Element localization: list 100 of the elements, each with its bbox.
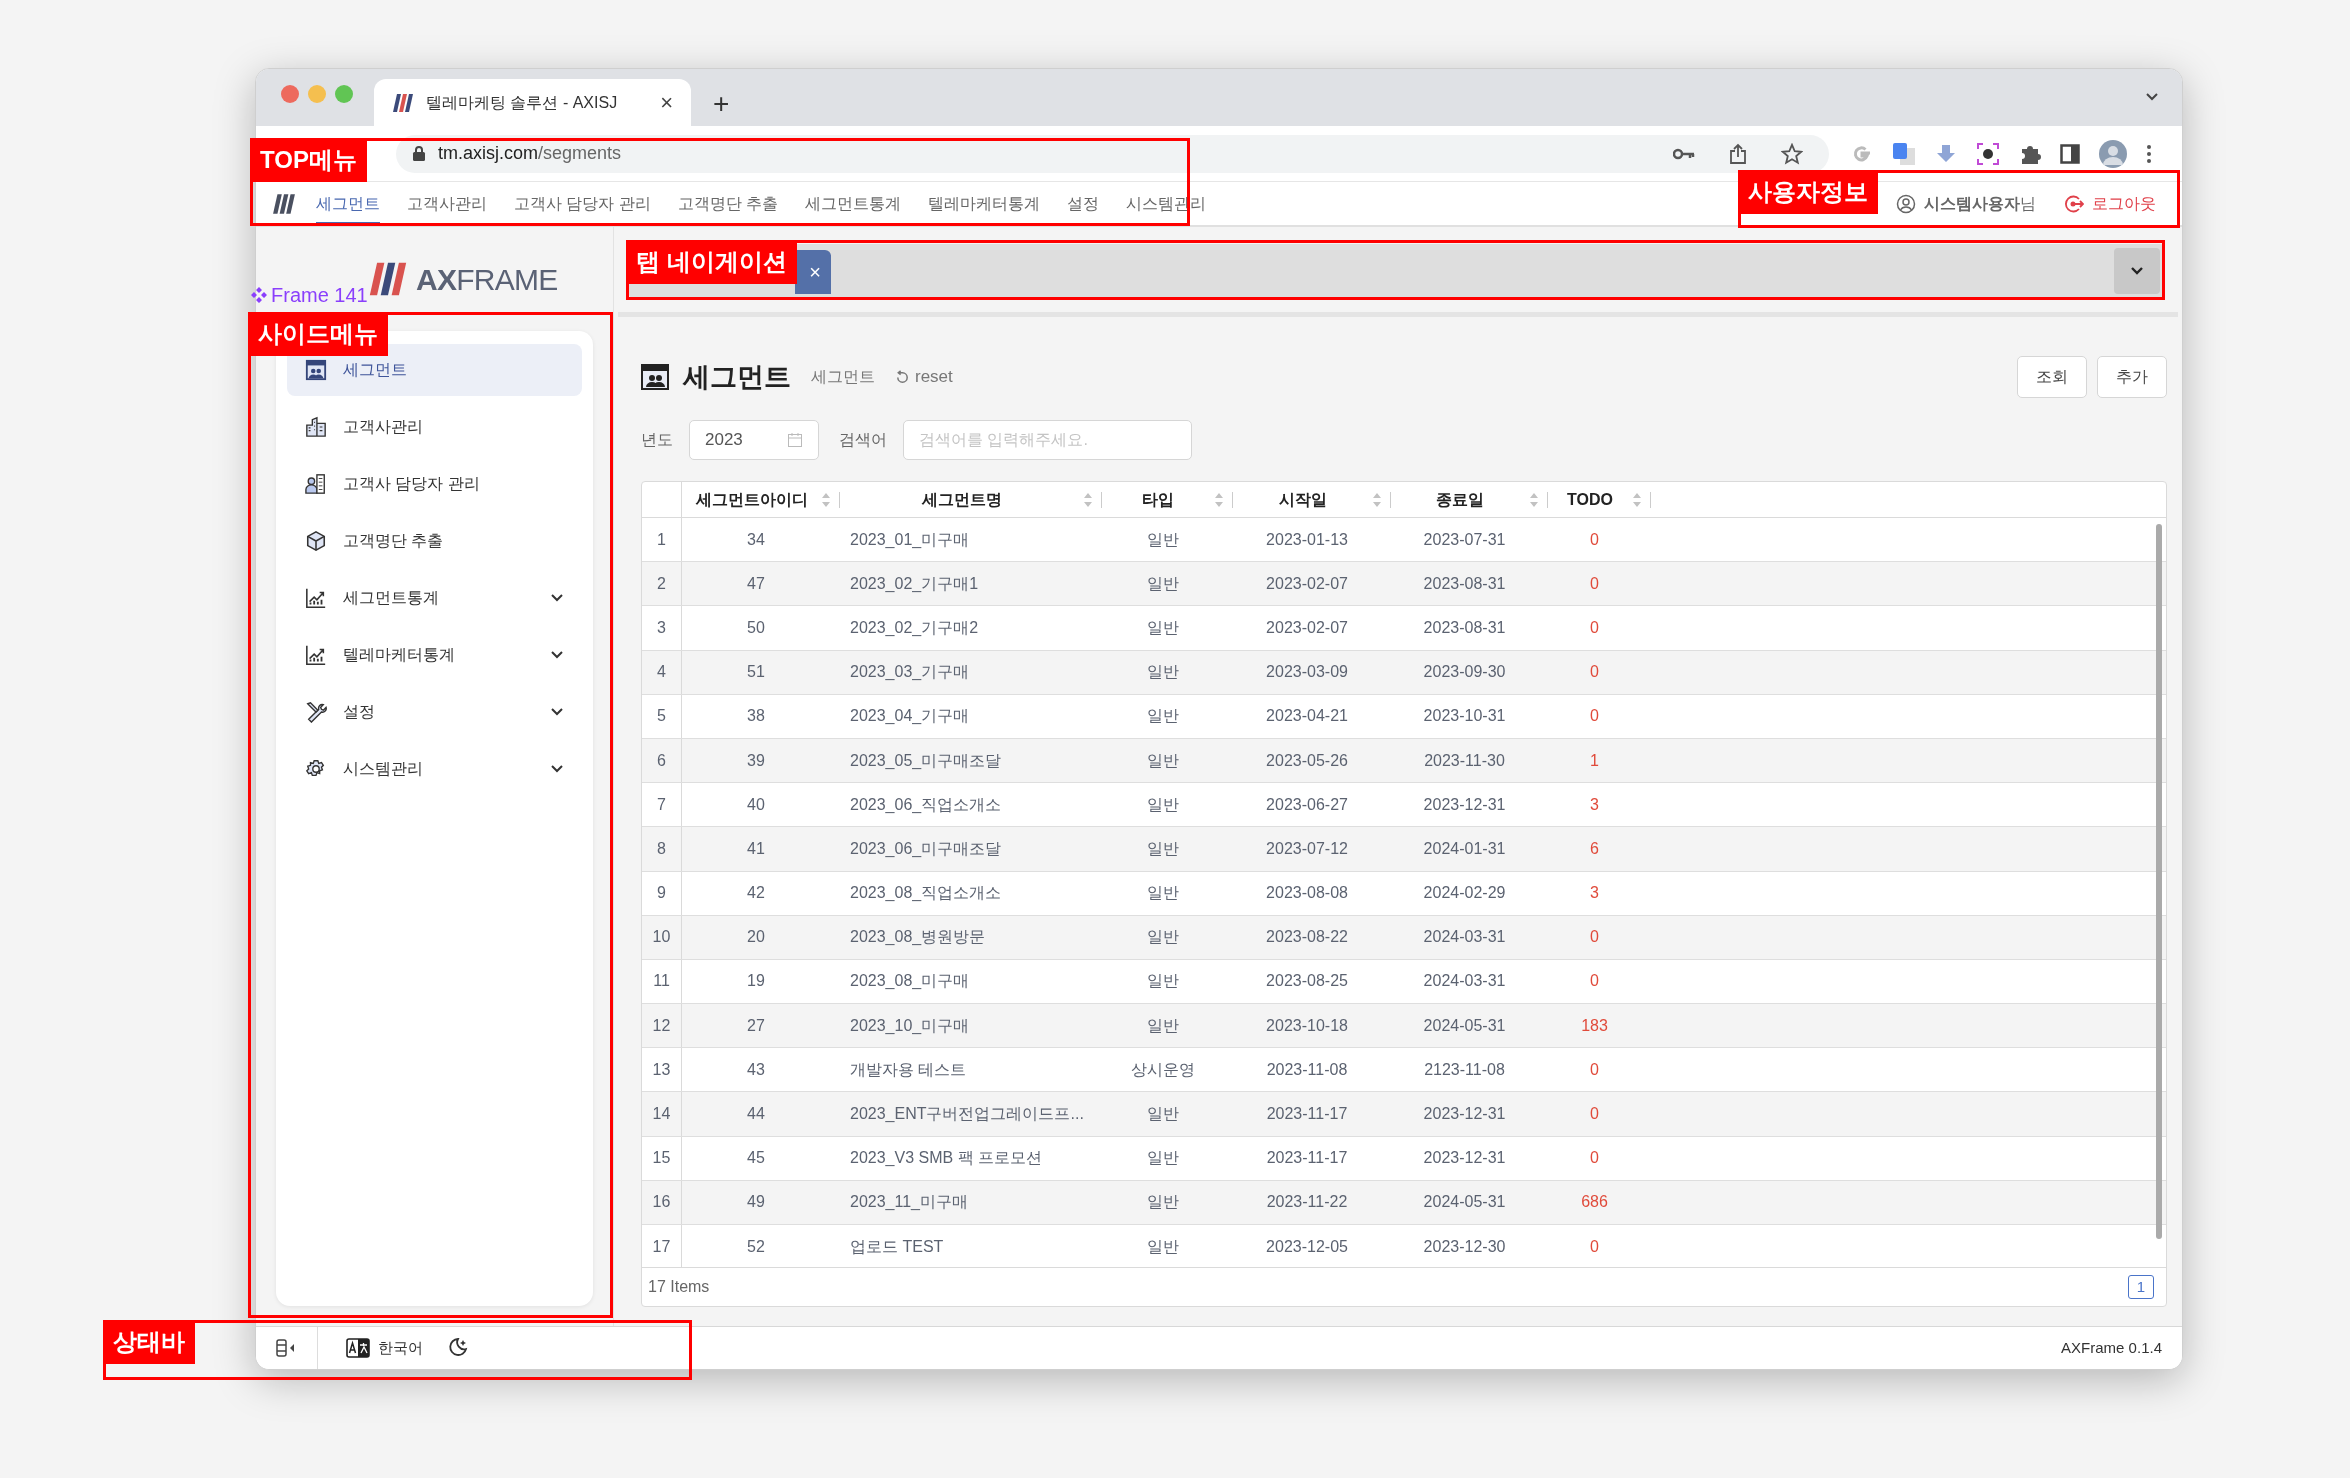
- column-header[interactable]: 세그먼트명: [840, 487, 1083, 512]
- top-menu-item[interactable]: 설정: [1067, 182, 1100, 225]
- table-cell-text: 2023-11-30: [1424, 750, 1505, 771]
- table-cell-text: 2024-01-31: [1423, 838, 1506, 859]
- logo-icon: [368, 260, 408, 298]
- logo-icon[interactable]: [272, 192, 296, 215]
- sort-icon[interactable]: [1372, 491, 1382, 508]
- table-cell-text: 일반: [1146, 1192, 1179, 1213]
- address-bar[interactable]: tm.axisj.com/segments: [396, 134, 1829, 173]
- sidebar-item[interactable]: 고객사 담당자 관리: [287, 458, 582, 510]
- table-cell-text: 0: [1590, 662, 1599, 683]
- table-cell-text: 44: [747, 1104, 765, 1125]
- share-icon[interactable]: [1729, 142, 1747, 165]
- language-icon[interactable]: [346, 1338, 370, 1358]
- table-cell-text: 2023-08-08: [1266, 883, 1348, 904]
- table-cell-text: 일반: [1146, 573, 1179, 594]
- close-window-button[interactable]: [281, 85, 299, 103]
- table-cell-text: 40: [747, 794, 765, 815]
- zoom-window-button[interactable]: [335, 85, 353, 103]
- table-cell-text: 6: [1590, 838, 1599, 859]
- search-field[interactable]: 검색어를 입력해주세요.: [903, 420, 1192, 460]
- tab-title: 텔레마케팅 솔루션 - AXISJ: [426, 92, 619, 113]
- table-cell-text: 2023_03_기구매: [850, 662, 970, 683]
- column-header[interactable]: 세그먼트아이디: [682, 487, 821, 512]
- sort-icon[interactable]: [1529, 491, 1539, 508]
- avatar-icon[interactable]: [2099, 139, 2127, 168]
- top-menu-item[interactable]: 텔레마케터통계: [928, 182, 1041, 225]
- sort-icon[interactable]: [1214, 491, 1224, 508]
- translate-icon[interactable]: [1892, 141, 1916, 166]
- key-icon[interactable]: [1673, 147, 1695, 160]
- table-cell-text: 2023-03-09: [1266, 662, 1348, 683]
- column-header[interactable]: 시작일: [1233, 487, 1372, 512]
- table-cell-text: 2023-08-31: [1423, 573, 1506, 594]
- top-menu-item[interactable]: 고객사관리: [407, 182, 487, 225]
- item-count: 17 Items: [648, 1277, 710, 1297]
- table-cell-text: 일반: [1146, 1148, 1179, 1169]
- row-number: 6: [657, 750, 666, 771]
- table-cell-text: 2024-05-31: [1423, 1192, 1506, 1213]
- column-header[interactable]: TODO: [1548, 487, 1632, 512]
- sidebar-item[interactable]: 시스템관리: [287, 743, 582, 795]
- top-menu-item[interactable]: 세그먼트통계: [805, 182, 902, 225]
- sort-icon[interactable]: [821, 491, 831, 508]
- segment-icon: [305, 359, 327, 381]
- table-cell-text: 2024-02-29: [1423, 883, 1506, 904]
- table-cell-text: 2023-09-30: [1423, 662, 1506, 683]
- sidebar-item[interactable]: 고객사관리: [287, 401, 582, 453]
- sidebar-item[interactable]: 설정: [287, 686, 582, 738]
- top-menu-item[interactable]: 고객사 담당자 관리: [514, 182, 651, 225]
- page-button[interactable]: 1: [2128, 1275, 2154, 1299]
- sidebar-icon[interactable]: [2060, 143, 2080, 164]
- action-button[interactable]: 조회: [2017, 356, 2087, 398]
- buildings-icon: [305, 416, 327, 438]
- table-cell-text: 38: [747, 706, 765, 727]
- chevron-down-icon[interactable]: [2144, 91, 2160, 103]
- sort-icon[interactable]: [1632, 491, 1642, 508]
- page-title: 세그먼트: [683, 360, 791, 394]
- download-icon[interactable]: [1935, 142, 1957, 165]
- page-icon: [641, 364, 669, 390]
- table-cell-text: 2023-12-31: [1423, 1148, 1506, 1169]
- table-cell-text: 20: [747, 927, 765, 948]
- language-label[interactable]: 한국어: [378, 1336, 423, 1360]
- annotation-label: 사이드메뉴: [248, 312, 388, 356]
- page-tab[interactable]: ×: [795, 250, 831, 294]
- column-header[interactable]: 타입: [1102, 487, 1214, 512]
- table-cell-text: 2023-10-31: [1423, 706, 1506, 727]
- more-icon[interactable]: [2146, 143, 2152, 164]
- sidebar-item[interactable]: 고객명단 추출: [287, 515, 582, 567]
- star-icon[interactable]: [1781, 142, 1803, 165]
- table-cell-text: 19: [747, 971, 765, 992]
- table-cell-text: 183: [1581, 1015, 1608, 1036]
- screen-capture-icon[interactable]: [1976, 141, 2000, 166]
- search-label: 검색어: [839, 430, 887, 450]
- sidebar-item[interactable]: 텔레마케터통계: [287, 629, 582, 681]
- sidebar-item[interactable]: 세그먼트통계: [287, 572, 582, 624]
- table-cell-text: 49: [747, 1192, 765, 1213]
- table-cell-text: 2024-03-31: [1423, 927, 1506, 948]
- table-cell-text: 2023_08_병원방문: [850, 927, 986, 948]
- reset-button[interactable]: reset: [895, 364, 953, 390]
- table-cell-text: 27: [747, 1015, 765, 1036]
- browser-tab[interactable]: 텔레마케팅 솔루션 - AXISJ ×: [374, 79, 691, 126]
- table-cell-text: 일반: [1146, 927, 1179, 948]
- version-label: AXFrame 0.1.4: [2061, 1337, 2162, 1358]
- table-cell-text: 일반: [1146, 838, 1179, 859]
- table-cell-text: 3: [1590, 883, 1599, 904]
- action-button[interactable]: 추가: [2097, 356, 2167, 398]
- sort-icon[interactable]: [1083, 491, 1093, 508]
- year-field[interactable]: 2023: [689, 420, 819, 460]
- logout-button[interactable]: 로그아웃: [2064, 191, 2156, 216]
- table-cell-text: 2023-06-27: [1266, 794, 1348, 815]
- table-cell-text: 2023-01-13: [1266, 529, 1348, 550]
- table-cell-text: 2023_08_직업소개소: [850, 883, 1002, 904]
- moon-icon[interactable]: [447, 1337, 469, 1359]
- table-cell-text: 2023-08-31: [1423, 617, 1506, 638]
- tab-close-button[interactable]: ×: [660, 91, 673, 114]
- table-cell-text: 2023-12-31: [1423, 794, 1506, 815]
- top-menu-item[interactable]: 고객명단 추출: [677, 182, 779, 225]
- new-tab-button[interactable]: +: [713, 90, 730, 118]
- scrollbar[interactable]: [2156, 524, 2162, 1239]
- column-header[interactable]: 종료일: [1391, 487, 1529, 512]
- table-cell-text: 3: [1590, 794, 1599, 815]
